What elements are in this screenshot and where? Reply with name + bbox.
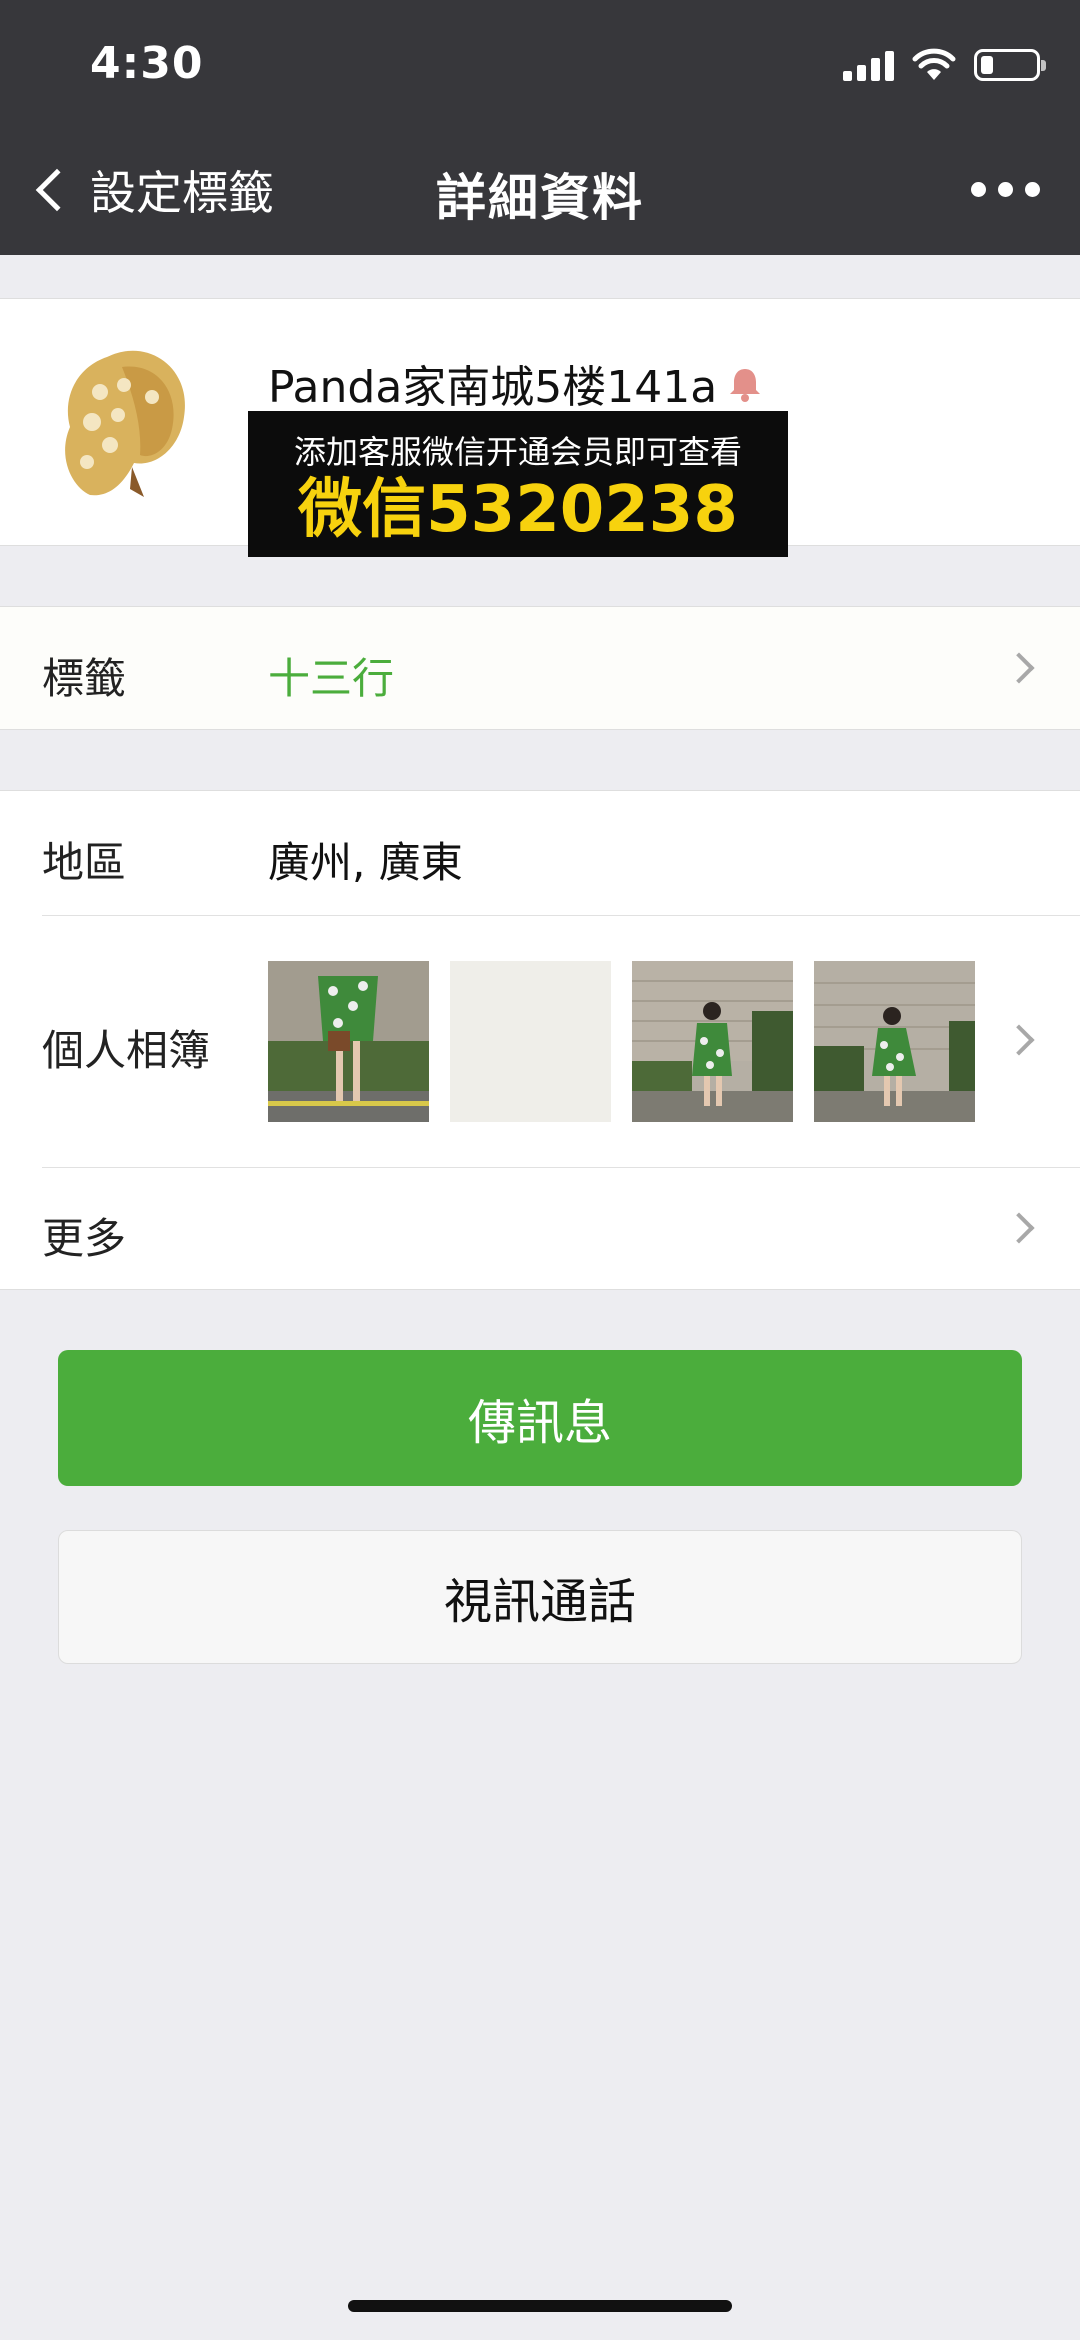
home-indicator[interactable] <box>348 2300 732 2312</box>
more-label: 更多 <box>42 1214 127 1263</box>
wifi-icon <box>912 48 956 80</box>
video-call-button[interactable]: 視訊通話 <box>58 1530 1022 1664</box>
status-time: 4:30 <box>90 38 204 89</box>
album-photo[interactable] <box>814 961 975 1122</box>
more-dot-icon <box>1025 182 1040 197</box>
avatar[interactable] <box>52 337 202 507</box>
profile-header: Panda家南城5楼141a 添加客服微信开通会员即可查看 微信5320238 <box>0 298 1080 557</box>
divider <box>42 1167 1080 1168</box>
promo-banner: 添加客服微信开通会员即可查看 微信5320238 <box>248 411 788 557</box>
top-bar: 4:30 設定標籤 詳細資料 <box>0 0 1080 255</box>
contact-name-text: Panda家南城5楼141a <box>268 362 718 413</box>
tag-value: 十三行 <box>268 654 395 703</box>
status-icons <box>843 40 1046 90</box>
more-dot-icon <box>998 182 1013 197</box>
album-label: 個人相簿 <box>42 1026 211 1075</box>
battery-icon <box>974 49 1046 81</box>
chevron-right-icon <box>1003 652 1035 684</box>
tag-label: 標籤 <box>42 654 127 703</box>
page-title: 詳細資料 <box>436 169 644 227</box>
chevron-right-icon <box>1003 1212 1035 1244</box>
region-label: 地區 <box>42 838 127 887</box>
cellular-signal-icon <box>843 49 894 81</box>
promo-wechat-id: 微信5320238 <box>298 473 738 547</box>
send-message-button[interactable]: 傳訊息 <box>58 1350 1022 1486</box>
bell-icon <box>730 369 761 402</box>
album-photo[interactable] <box>632 961 793 1122</box>
album-thumbnails <box>268 961 975 1122</box>
contact-name: Panda家南城5楼141a <box>268 351 765 415</box>
info-group: 地區 廣州, 廣東 個人相簿 更多 <box>0 790 1080 1290</box>
tag-row[interactable]: 標籤 十三行 <box>0 606 1080 730</box>
more-dot-icon <box>971 182 986 197</box>
contact-detail-screen: 4:30 設定標籤 詳細資料 Panda家南城5楼141a 添加客服微信开通会员… <box>0 0 1080 2340</box>
battery-level <box>981 56 993 74</box>
album-photo[interactable] <box>450 961 611 1122</box>
promo-text: 添加客服微信开通会员即可查看 <box>293 433 742 471</box>
region-value: 廣州, 廣東 <box>268 838 463 887</box>
chevron-right-icon <box>1003 1024 1035 1056</box>
more-options-button[interactable] <box>971 182 1040 197</box>
album-photo[interactable] <box>268 961 429 1122</box>
divider <box>42 915 1080 916</box>
